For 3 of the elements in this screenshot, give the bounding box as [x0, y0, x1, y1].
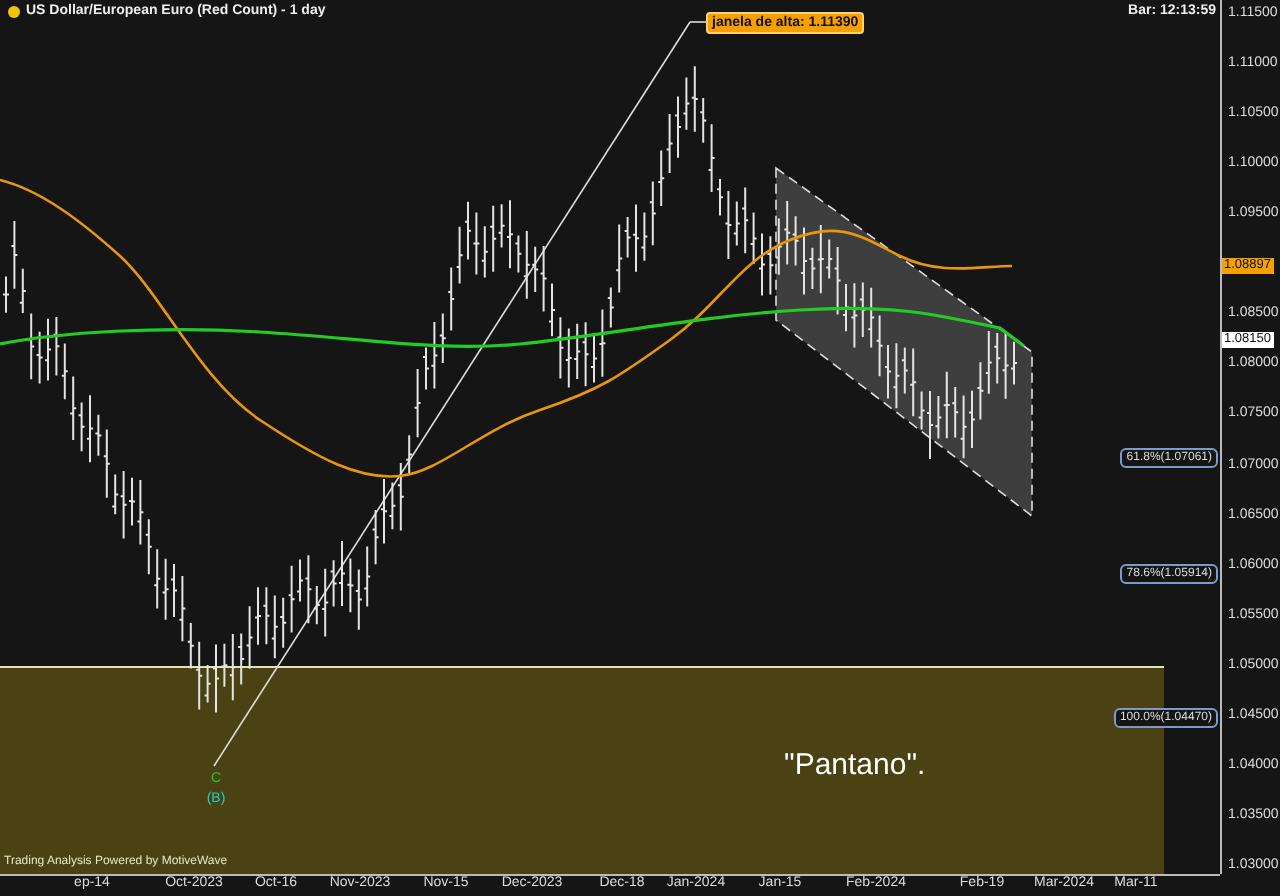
zone-label: "Pantano". [784, 748, 926, 782]
callout-leader-line [689, 21, 707, 23]
status-dot [8, 5, 20, 17]
